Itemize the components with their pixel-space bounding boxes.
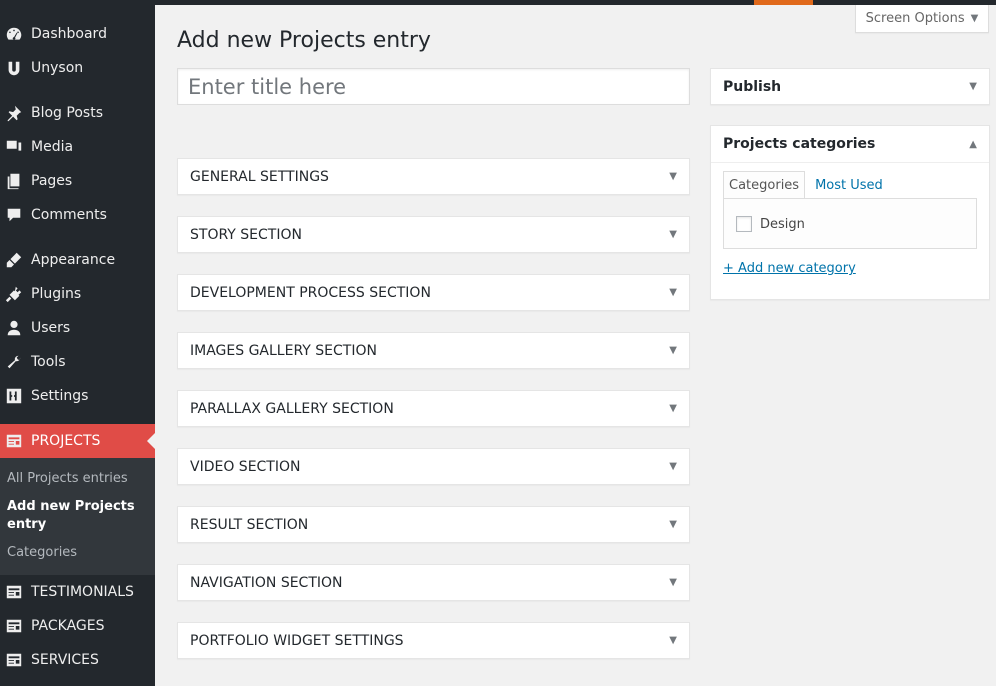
appearance-icon <box>4 250 24 270</box>
metabox-label: NAVIGATION SECTION <box>190 574 343 591</box>
comments-icon <box>4 205 24 225</box>
menu-label: Appearance <box>31 252 116 268</box>
menu-appearance[interactable]: Appearance <box>0 243 155 277</box>
toggle-arrow-up-icon[interactable]: ▲ <box>969 139 977 150</box>
dashboard-icon <box>4 24 24 44</box>
menu-label: PROJECTS <box>31 433 101 449</box>
menu-label: Pages <box>31 173 73 189</box>
toggle-arrow-icon[interactable]: ▼ <box>669 171 677 182</box>
metabox-story-section[interactable]: STORY SECTION ▼ <box>177 216 690 253</box>
packages-icon <box>4 616 24 636</box>
unyson-icon <box>4 58 24 78</box>
users-icon <box>4 318 24 338</box>
tab-categories[interactable]: Categories <box>723 171 806 199</box>
menu-comments[interactable]: Comments <box>0 198 155 232</box>
screen-options-label: Screen Options <box>865 11 965 26</box>
menu-plugins[interactable]: Plugins <box>0 277 155 311</box>
metabox-video-section[interactable]: VIDEO SECTION ▼ <box>177 448 690 485</box>
menu-label: Settings <box>31 388 89 404</box>
menu-testimonials[interactable]: TESTIMONIALS <box>0 575 155 609</box>
toggle-arrow-icon[interactable]: ▼ <box>669 461 677 472</box>
metabox-label: VIDEO SECTION <box>190 458 301 475</box>
metabox-label: GENERAL SETTINGS <box>190 168 329 185</box>
toggle-arrow-icon[interactable]: ▼ <box>669 229 677 240</box>
toggle-arrow-icon[interactable]: ▼ <box>669 519 677 530</box>
menu-services[interactable]: SERVICES <box>0 643 155 677</box>
menu-blog-posts[interactable]: Blog Posts <box>0 96 155 130</box>
category-tabs: Categories Most Used <box>723 171 888 199</box>
tools-icon <box>4 352 24 372</box>
submenu-add-new-project[interactable]: Add new Projects entry <box>7 498 137 534</box>
menu-dashboard[interactable]: Dashboard <box>0 17 155 51</box>
menu-label: Dashboard <box>31 26 107 42</box>
menu-label: Blog Posts <box>31 105 103 121</box>
menu-label: Comments <box>31 207 107 223</box>
menu-label: Plugins <box>31 286 82 302</box>
toggle-arrow-icon[interactable]: ▼ <box>669 635 677 646</box>
caret-down-icon: ▼ <box>970 13 979 24</box>
projects-icon <box>4 431 24 451</box>
metabox-label: RESULT SECTION <box>190 516 309 533</box>
menu-label: Users <box>31 320 71 336</box>
menu-label: SERVICES <box>31 652 99 668</box>
metabox-label: PARALLAX GALLERY SECTION <box>190 400 394 417</box>
pin-icon <box>4 103 24 123</box>
tab-most-used[interactable]: Most Used <box>805 171 888 199</box>
metabox-label: IMAGES GALLERY SECTION <box>190 342 377 359</box>
menu-media[interactable]: Media <box>0 130 155 164</box>
page-title: Add new Projects entry <box>177 28 431 53</box>
add-new-category-link[interactable]: + Add new category <box>723 261 856 276</box>
category-label: Design <box>760 216 805 232</box>
settings-icon <box>4 386 24 406</box>
metabox-label: STORY SECTION <box>190 226 302 243</box>
services-icon <box>4 650 24 670</box>
projects-submenu: All Projects entries Add new Projects en… <box>0 458 155 575</box>
menu-tools[interactable]: Tools <box>0 345 155 379</box>
metabox-development-process[interactable]: DEVELOPMENT PROCESS SECTION ▼ <box>177 274 690 311</box>
menu-label: Media <box>31 139 74 155</box>
category-checkbox[interactable] <box>736 216 752 232</box>
metabox-images-gallery[interactable]: IMAGES GALLERY SECTION ▼ <box>177 332 690 369</box>
metabox-result-section[interactable]: RESULT SECTION ▼ <box>177 506 690 543</box>
plugins-icon <box>4 284 24 304</box>
testimonials-icon <box>4 582 24 602</box>
menu-settings[interactable]: Settings <box>0 379 155 413</box>
menu-users[interactable]: Users <box>0 311 155 345</box>
menu-label: TESTIMONIALS <box>31 584 134 600</box>
menu-label: Unyson <box>31 60 84 76</box>
category-list: Design <box>723 198 977 249</box>
admin-sidebar: Dashboard Unyson Blog Posts Media Pages … <box>0 0 155 686</box>
menu-label: Tools <box>31 354 66 370</box>
menu-label: PACKAGES <box>31 618 105 634</box>
categories-header[interactable]: Projects categories ▲ <box>711 126 989 163</box>
toggle-arrow-icon[interactable]: ▼ <box>669 345 677 356</box>
publish-metabox[interactable]: Publish ▼ <box>710 68 990 105</box>
metabox-parallax-gallery[interactable]: PARALLAX GALLERY SECTION ▼ <box>177 390 690 427</box>
submenu-all-projects[interactable]: All Projects entries <box>7 470 128 488</box>
category-item-design[interactable]: Design <box>736 216 805 232</box>
toggle-arrow-icon[interactable]: ▼ <box>969 81 977 92</box>
menu-unyson[interactable]: Unyson <box>0 51 155 85</box>
media-icon <box>4 137 24 157</box>
toggle-arrow-icon[interactable]: ▼ <box>669 403 677 414</box>
toggle-arrow-icon[interactable]: ▼ <box>669 577 677 588</box>
admin-bar-accent <box>754 0 813 5</box>
categories-metabox: Projects categories ▲ Categories Most Us… <box>710 125 990 300</box>
publish-label: Publish <box>723 78 782 95</box>
title-input[interactable] <box>177 68 690 105</box>
submenu-categories[interactable]: Categories <box>7 544 77 562</box>
metabox-portfolio-widget-settings[interactable]: PORTFOLIO WIDGET SETTINGS ▼ <box>177 622 690 659</box>
screen-options-button[interactable]: Screen Options ▼ <box>855 5 989 33</box>
metabox-general-settings[interactable]: GENERAL SETTINGS ▼ <box>177 158 690 195</box>
menu-projects[interactable]: PROJECTS <box>0 424 155 458</box>
toggle-arrow-icon[interactable]: ▼ <box>669 287 677 298</box>
pages-icon <box>4 171 24 191</box>
menu-pages[interactable]: Pages <box>0 164 155 198</box>
metabox-label: DEVELOPMENT PROCESS SECTION <box>190 284 431 301</box>
metabox-label: PORTFOLIO WIDGET SETTINGS <box>190 632 404 649</box>
menu-packages[interactable]: PACKAGES <box>0 609 155 643</box>
metabox-navigation-section[interactable]: NAVIGATION SECTION ▼ <box>177 564 690 601</box>
categories-title: Projects categories <box>723 136 876 152</box>
